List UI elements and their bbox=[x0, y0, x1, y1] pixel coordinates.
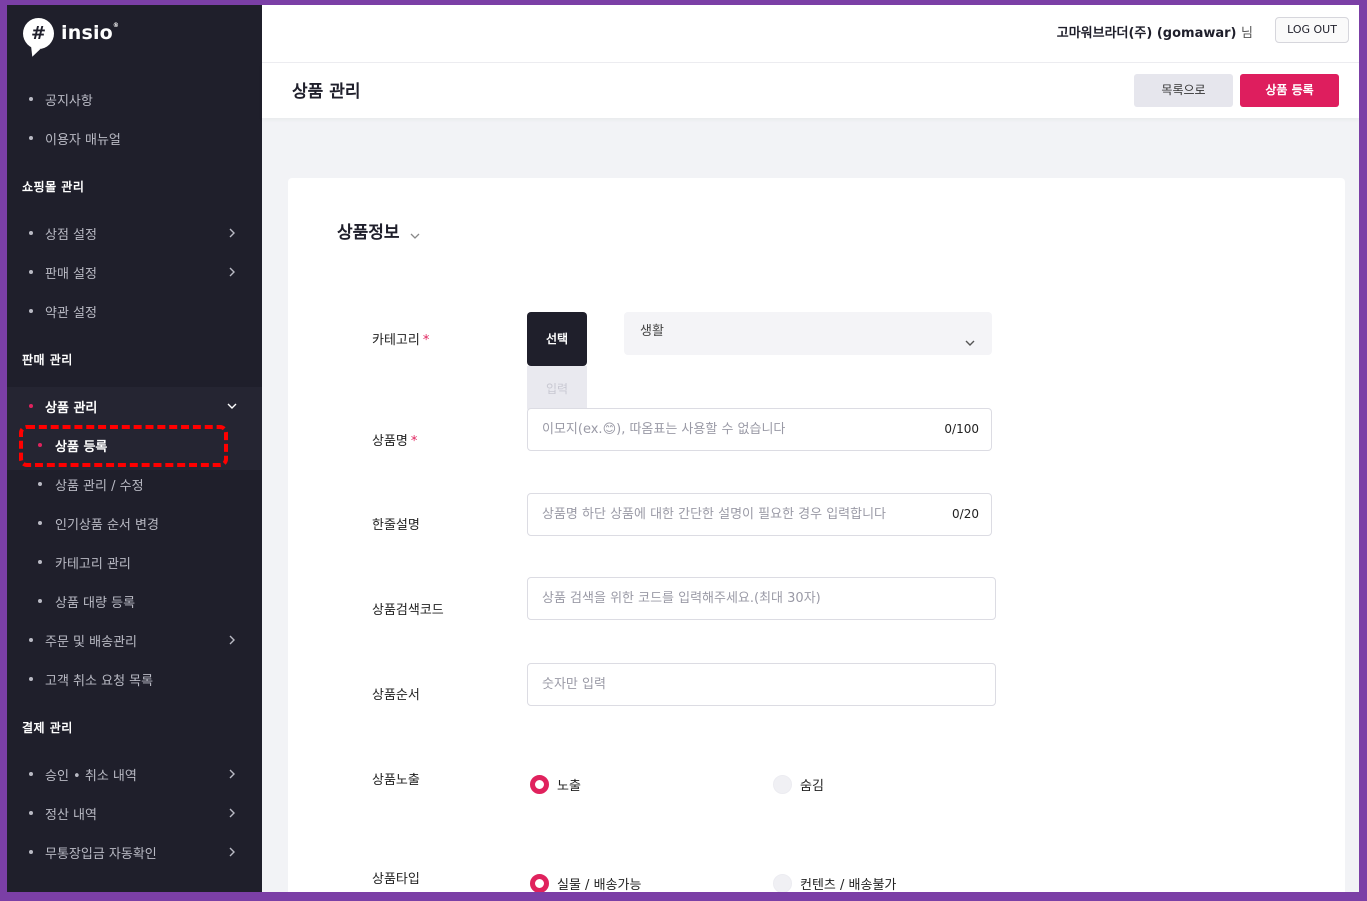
type-radio-content[interactable]: 컨텐츠 / 배송불가 bbox=[773, 874, 896, 892]
summary-label: 한줄설명 bbox=[372, 518, 420, 533]
bullet-icon bbox=[38, 482, 42, 486]
sidebar-item-settlement[interactable]: 정산 내역 bbox=[7, 799, 262, 827]
logo-mark-icon: # bbox=[23, 17, 54, 49]
chevron-right-icon bbox=[225, 265, 239, 279]
sidebar-item-cancel-requests[interactable]: 고객 취소 요청 목록 bbox=[7, 665, 262, 693]
product-type-label: 상품타입 bbox=[372, 872, 420, 887]
page-header: 상품 관리 목록으로 상품 등록 bbox=[262, 63, 1359, 118]
chevron-right-icon bbox=[225, 767, 239, 781]
logo[interactable]: # insio® bbox=[23, 13, 119, 53]
bullet-icon bbox=[29, 850, 33, 854]
sidebar-item-orders-shipping[interactable]: 주문 및 배송관리 bbox=[7, 626, 262, 654]
bullet-icon bbox=[38, 560, 42, 564]
bullet-icon bbox=[29, 638, 33, 642]
summary-counter: 0/20 bbox=[946, 494, 979, 535]
product-name-label: 상품명 * bbox=[372, 434, 418, 449]
logo-text: insio® bbox=[61, 22, 120, 44]
bullet-icon bbox=[29, 811, 33, 815]
sidebar-item-product-edit[interactable]: 상품 관리 / 수정 bbox=[7, 470, 262, 498]
category-label: 카테고리 * bbox=[372, 333, 430, 348]
page-title: 상품 관리 bbox=[292, 82, 361, 102]
radio-unselected-icon bbox=[773, 775, 792, 794]
bullet-icon bbox=[29, 404, 33, 408]
bullet-icon bbox=[29, 677, 33, 681]
bullet-icon bbox=[29, 270, 33, 274]
user-name: 고마워브라더(주) (gomawar) 님 bbox=[1056, 26, 1253, 41]
register-product-button[interactable]: 상품 등록 bbox=[1240, 74, 1339, 107]
product-name-input[interactable]: 이모지(ex.😊), 따옴표는 사용할 수 없습니다 0/100 bbox=[527, 408, 992, 451]
category-select[interactable]: 생활 bbox=[624, 312, 992, 355]
search-code-input[interactable]: 상품 검색을 위한 코드를 입력해주세요.(최대 30자) bbox=[527, 577, 996, 620]
chevron-right-icon bbox=[225, 226, 239, 240]
category-select-button[interactable]: 선택 bbox=[527, 312, 587, 366]
sidebar-item-approval-cancel[interactable]: 승인 • 취소 내역 bbox=[7, 760, 262, 788]
chevron-right-icon bbox=[225, 845, 239, 859]
product-name-counter: 0/100 bbox=[938, 409, 979, 450]
bullet-icon bbox=[29, 97, 33, 101]
chevron-right-icon bbox=[225, 806, 239, 820]
sidebar-item-product-management[interactable]: 상품 관리 bbox=[7, 392, 262, 420]
annotation-highlight-box bbox=[19, 425, 228, 467]
exposure-radio-hide[interactable]: 숨김 bbox=[773, 775, 824, 794]
bullet-icon bbox=[29, 309, 33, 313]
chevron-right-icon bbox=[225, 633, 239, 647]
bullet-icon bbox=[29, 231, 33, 235]
search-code-label: 상품검색코드 bbox=[372, 603, 444, 618]
emoji-icon: 😊 bbox=[602, 422, 617, 437]
sidebar-item-popular-order[interactable]: 인기상품 순서 변경 bbox=[7, 509, 262, 537]
sidebar-item-store-settings[interactable]: 상점 설정 bbox=[7, 219, 262, 247]
summary-input[interactable]: 상품명 하단 상품에 대한 간단한 설명이 필요한 경우 입력합니다 0/20 bbox=[527, 493, 992, 536]
sidebar-item-manual[interactable]: 이용자 매뉴얼 bbox=[7, 124, 262, 152]
bullet-icon bbox=[29, 772, 33, 776]
section-title-payment: 결제 관리 bbox=[22, 721, 73, 735]
back-to-list-button[interactable]: 목록으로 bbox=[1134, 74, 1233, 107]
chevron-down-icon bbox=[409, 227, 421, 239]
product-info-card: 상품정보 카테고리 * 입력 선택 생활 상품명 * 이모지(ex.😊), 따옴표는… bbox=[288, 178, 1345, 892]
sidebar-item-sales-settings[interactable]: 판매 설정 bbox=[7, 258, 262, 286]
sidebar: # insio® 공지사항 이용자 매뉴얼 쇼핑몰 관리 상점 설정 판매 설정… bbox=[7, 5, 262, 892]
section-title-sales: 판매 관리 bbox=[22, 353, 73, 367]
sidebar-item-terms-settings[interactable]: 약관 설정 bbox=[7, 297, 262, 325]
chevron-down-icon bbox=[225, 399, 239, 413]
radio-selected-icon bbox=[530, 775, 549, 794]
chevron-down-icon bbox=[964, 326, 976, 346]
app-frame: # insio® 공지사항 이용자 매뉴얼 쇼핑몰 관리 상점 설정 판매 설정… bbox=[7, 5, 1359, 892]
section-title-shop: 쇼핑몰 관리 bbox=[22, 180, 85, 194]
bullet-icon bbox=[38, 599, 42, 603]
bullet-icon bbox=[29, 136, 33, 140]
category-input-button[interactable]: 입력 bbox=[527, 366, 587, 412]
sidebar-item-bulk-register[interactable]: 상품 대량 등록 bbox=[7, 587, 262, 615]
order-label: 상품순서 bbox=[372, 688, 420, 703]
order-input[interactable]: 숫자만 입력 bbox=[527, 663, 996, 706]
section-title-product-info[interactable]: 상품정보 bbox=[337, 218, 421, 243]
exposure-label: 상품노출 bbox=[372, 773, 420, 788]
radio-selected-icon bbox=[530, 874, 549, 892]
type-radio-physical[interactable]: 실물 / 배송가능 bbox=[530, 874, 641, 892]
exposure-radio-show[interactable]: 노출 bbox=[530, 775, 581, 794]
logout-button[interactable]: LOG OUT bbox=[1275, 17, 1349, 43]
sidebar-item-notice[interactable]: 공지사항 bbox=[7, 85, 262, 113]
sidebar-item-bank-deposit[interactable]: 무통장입금 자동확인 bbox=[7, 838, 262, 866]
top-bar: 고마워브라더(주) (gomawar) 님 LOG OUT bbox=[262, 5, 1359, 63]
radio-unselected-icon bbox=[773, 874, 792, 892]
bullet-icon bbox=[38, 521, 42, 525]
sidebar-item-category-management[interactable]: 카테고리 관리 bbox=[7, 548, 262, 576]
